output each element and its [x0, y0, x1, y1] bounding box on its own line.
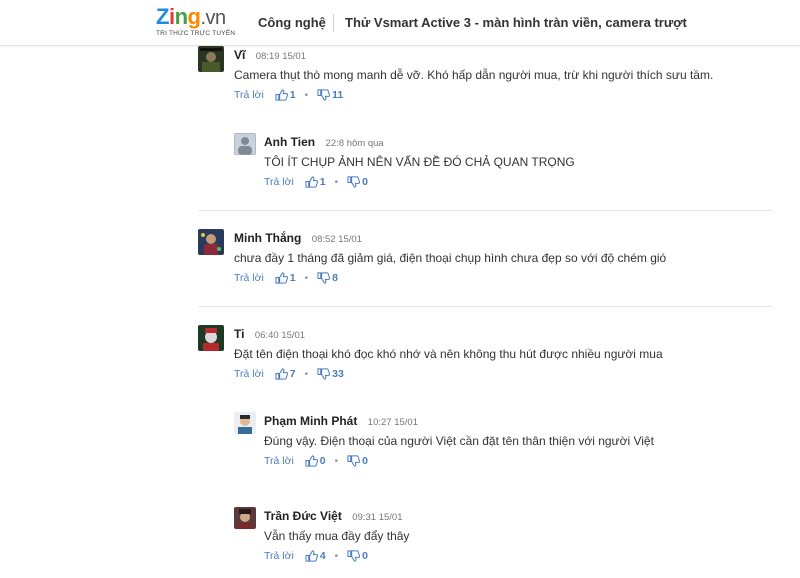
thumbs-up-icon [275, 368, 288, 380]
comment-actions: Trả lời 0 • 0 [264, 455, 368, 467]
like-count: 1 [289, 89, 296, 102]
dislike-button[interactable]: 8 [317, 272, 338, 284]
dislike-count: 11 [332, 89, 344, 102]
comment-time: 10:27 15/01 [367, 417, 418, 428]
thumbs-down-icon [317, 272, 331, 284]
comment-time: 08:52 15/01 [311, 234, 362, 245]
comment-time: 09:31 15/01 [352, 512, 403, 523]
thumbs-down-icon [347, 550, 361, 562]
thumbs-up-icon [305, 550, 318, 562]
dislike-button[interactable]: 33 [317, 368, 344, 380]
site-header: Zing.vn TRI THỨC TRỰC TUYẾN Công nghệ Th… [0, 0, 800, 46]
avatar[interactable] [234, 412, 256, 434]
thumbs-down-icon [347, 455, 361, 467]
comment-actions: Trả lời 7 • 33 [234, 368, 344, 380]
category-link[interactable]: Công nghệ [258, 15, 326, 30]
like-count: 7 [289, 368, 296, 381]
comment-author[interactable]: Ti [234, 327, 244, 341]
comment-text: chưa đầy 1 tháng đã giảm giá, điện thoại… [234, 251, 667, 265]
dislike-count: 33 [332, 368, 344, 381]
reply-button[interactable]: Trả lời [234, 368, 264, 380]
comment-divider [198, 306, 772, 307]
article-title: Thử Vsmart Active 3 - màn hình tràn viền… [345, 15, 687, 30]
reply-button[interactable]: Trả lời [234, 89, 264, 101]
thumbs-up-icon [305, 455, 318, 467]
separator-dot: • [304, 272, 309, 285]
comment-author[interactable]: Anh Tien [264, 135, 315, 149]
avatar[interactable] [198, 46, 224, 72]
nav-divider [333, 14, 334, 32]
site-logo[interactable]: Zing.vn TRI THỨC TRỰC TUYẾN [156, 6, 236, 42]
comment-author[interactable]: Minh Thắng [234, 231, 301, 245]
like-button[interactable]: 0 [297, 455, 326, 467]
comment-actions: Trả lời 1 • 11 [234, 89, 343, 101]
comment-actions: Trả lời 4 • 0 [264, 550, 368, 562]
comment-author[interactable]: Phạm Minh Phát [264, 414, 357, 428]
avatar[interactable] [234, 133, 256, 155]
comment-divider [198, 210, 772, 211]
thumbs-down-icon [347, 176, 361, 188]
separator-dot: • [304, 89, 309, 102]
reply-button[interactable]: Trả lời [264, 455, 294, 467]
dislike-count: 0 [362, 176, 368, 189]
thumbs-up-icon [305, 176, 318, 188]
separator-dot: • [334, 176, 339, 189]
logo-tld: .vn [200, 7, 226, 29]
thumbs-down-icon [317, 89, 331, 101]
dislike-count: 0 [362, 455, 368, 468]
like-count: 1 [319, 176, 326, 189]
avatar[interactable] [198, 229, 224, 255]
thumbs-up-icon [275, 272, 288, 284]
like-button[interactable]: 4 [297, 550, 326, 562]
dislike-count: 8 [332, 272, 338, 285]
comment-time: 08:19 15/01 [255, 51, 306, 62]
comment-text: Đặt tên điện thoại khó đọc khó nhớ và nê… [234, 347, 663, 361]
reply-button[interactable]: Trả lời [264, 550, 294, 562]
comment-text: Đúng vậy. Điện thoại của người Việt cần … [264, 434, 654, 448]
thumbs-up-icon [275, 89, 288, 101]
reply-button[interactable]: Trả lời [264, 176, 294, 188]
separator-dot: • [304, 368, 309, 381]
dislike-button[interactable]: 0 [347, 550, 368, 562]
like-count: 0 [319, 455, 326, 468]
dislike-button[interactable]: 11 [317, 89, 343, 101]
dislike-button[interactable]: 0 [347, 176, 368, 188]
avatar[interactable] [198, 325, 224, 351]
dislike-button[interactable]: 0 [347, 455, 368, 467]
avatar[interactable] [234, 507, 256, 529]
comment-time: 06:40 15/01 [254, 330, 306, 341]
thumbs-down-icon [317, 368, 331, 380]
like-button[interactable]: 1 [267, 89, 296, 101]
like-count: 1 [289, 272, 296, 285]
like-button[interactable]: 7 [267, 368, 296, 380]
comment-text: Vẫn thấy mua đầy đẩy thây [264, 529, 410, 543]
reply-button[interactable]: Trả lời [234, 272, 264, 284]
like-count: 4 [319, 550, 326, 563]
comment-actions: Trả lời 1 • 8 [234, 272, 338, 284]
dislike-count: 0 [362, 550, 368, 563]
separator-dot: • [334, 455, 339, 468]
logo-wordmark: Zing.vn [156, 4, 226, 30]
comment-author[interactable]: Vĩ [234, 48, 245, 62]
comment-actions: Trả lời 1 • 0 [264, 176, 368, 188]
like-button[interactable]: 1 [267, 272, 296, 284]
logo-tagline: TRI THỨC TRỰC TUYẾN [156, 30, 236, 37]
comment-time: 22:8 hôm qua [325, 138, 384, 149]
separator-dot: • [334, 550, 339, 563]
comment-author[interactable]: Trần Đức Việt [264, 509, 342, 523]
comment-text: Camera thụt thò mong manh dễ vỡ. Khó hấp… [234, 68, 714, 82]
like-button[interactable]: 1 [297, 176, 326, 188]
comment-text: TÔI ÍT CHỤP ẢNH NÊN VẤN ĐỀ ĐÓ CHẢ QUAN T… [264, 155, 575, 169]
